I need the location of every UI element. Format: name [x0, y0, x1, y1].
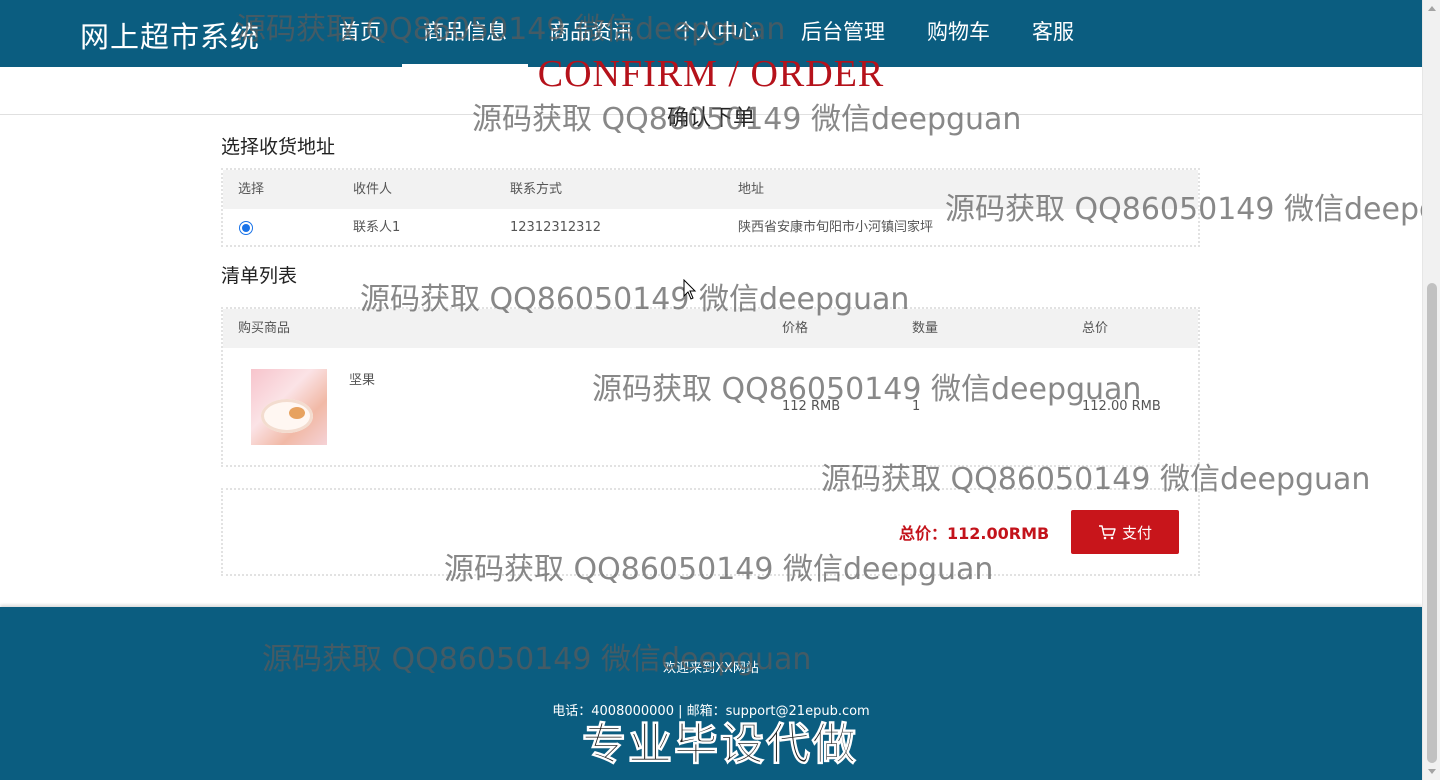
scrollbar-thumb[interactable] [1427, 283, 1437, 763]
column-header-quantity: 数量 [912, 321, 939, 336]
column-header-select: 选择 [238, 182, 265, 197]
recipient-address: 陕西省安康市旬阳市小河镇闫家坪 [738, 220, 934, 235]
recipient-name: 联系人1 [353, 220, 401, 235]
footer-welcome: 欢迎来到XX网站 [663, 661, 759, 676]
vertical-scrollbar[interactable] [1422, 0, 1440, 780]
product-quantity: 1 [912, 399, 921, 414]
mouse-cursor-icon [683, 279, 697, 300]
column-header-price: 价格 [782, 321, 809, 336]
order-summary: 总价：112.00RMB 支付 [221, 488, 1200, 576]
order-list-title: 清单列表 [221, 265, 298, 287]
watermark-stamp: 专业毕设代做 [582, 719, 858, 771]
product-image[interactable] [251, 369, 327, 445]
address-radio[interactable] [239, 221, 253, 235]
recipient-phone: 12312312312 [510, 220, 601, 235]
cart-icon [1098, 525, 1116, 540]
address-row[interactable]: 联系人1 12312312312 陕西省安康市旬阳市小河镇闫家坪 [223, 209, 1198, 247]
product-total: 112.00 RMB [1082, 399, 1161, 414]
scroll-up-arrow-icon[interactable] [1428, 6, 1436, 11]
page-title: 确认下单 [666, 106, 755, 131]
site-brand[interactable]: 网上超市系统 [80, 14, 260, 56]
product-price: 112 RMB [782, 399, 841, 414]
column-header-product: 购买商品 [238, 321, 291, 336]
address-section-title: 选择收货地址 [221, 136, 336, 158]
address-table-header: 选择 收件人 联系方式 地址 [223, 170, 1198, 209]
pay-button[interactable]: 支付 [1071, 510, 1179, 554]
order-list-table: 购买商品 价格 数量 总价 坚果 112 RMB 1 112.00 RMB [221, 307, 1200, 467]
pay-button-label: 支付 [1121, 523, 1152, 542]
address-table: 选择 收件人 联系方式 地址 联系人1 12312312312 陕西省安康市旬阳… [221, 168, 1200, 247]
order-total: 总价：112.00RMB [899, 524, 1050, 543]
column-header-address: 地址 [738, 182, 765, 197]
page-heading-en: CONFIRM / ORDER [537, 53, 885, 95]
column-header-total: 总价 [1082, 321, 1109, 336]
column-header-phone: 联系方式 [510, 182, 563, 197]
product-name[interactable]: 坚果 [349, 369, 375, 388]
order-table-header: 购买商品 价格 数量 总价 [223, 309, 1198, 348]
column-header-recipient: 收件人 [353, 182, 393, 197]
